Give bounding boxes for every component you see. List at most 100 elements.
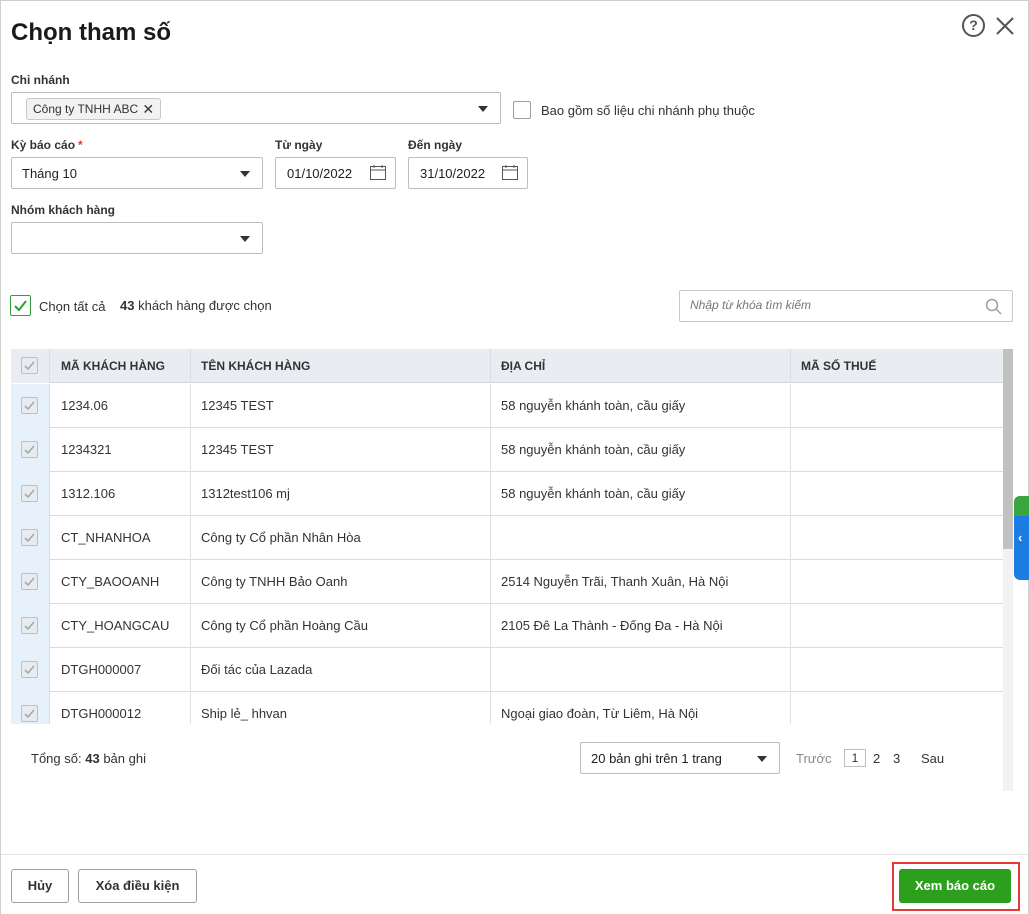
table-cell: 12345 TEST — [191, 384, 491, 428]
column-header[interactable]: MÃ KHÁCH HÀNG — [51, 349, 191, 383]
table-cell — [491, 648, 791, 692]
scrollbar-thumb[interactable] — [1003, 349, 1013, 549]
table-row[interactable]: DTGH000012 Ship lẻ_ hhvan Ngoại giao đoàn,… — [11, 692, 1003, 724]
customer-table: MÃ KHÁCH HÀNG TÊN KHÁCH HÀNG ĐỊA CHỈ MÃ … — [11, 349, 1013, 724]
view-report-button[interactable]: Xem báo cáo — [899, 869, 1011, 903]
column-header[interactable]: TÊN KHÁCH HÀNG — [191, 349, 491, 383]
table-cell: 12345 TEST — [191, 428, 491, 472]
row-checkbox[interactable] — [21, 441, 38, 458]
close-icon[interactable] — [993, 14, 1017, 38]
table-row[interactable]: 1234321 12345 TEST 58 nguyễn khánh toàn, c… — [11, 428, 1003, 472]
chevron-down-icon — [240, 236, 250, 242]
check-icon — [24, 577, 35, 587]
branch-label: Chi nhánh — [11, 73, 70, 87]
table-row[interactable]: 1312.106 1312test106 mj 58 nguyễn khánh to… — [11, 472, 1003, 516]
customer-group-label: Nhóm khách hàng — [11, 203, 116, 217]
column-header[interactable]: MÃ SỐ THUẾ — [791, 349, 1003, 383]
table-row[interactable]: CTY_HOANGCAU Công ty Cổ phần Hoàng Cầu 210… — [11, 604, 1003, 648]
row-checkbox[interactable] — [21, 529, 38, 546]
total-count: 43 — [85, 751, 100, 766]
column-header[interactable]: ĐỊA CHỈ — [491, 349, 791, 383]
chevron-down-icon — [240, 171, 250, 177]
include-dependent-checkbox[interactable] — [513, 101, 531, 119]
row-checkbox-cell — [11, 604, 50, 648]
table-cell — [791, 604, 1003, 648]
next-page-button[interactable]: Sau — [921, 751, 944, 766]
clear-conditions-button[interactable]: Xóa điều kiện — [78, 869, 197, 903]
table-cell: 1312test106 mj — [191, 472, 491, 516]
check-icon — [24, 445, 35, 455]
check-icon — [24, 709, 35, 719]
table-header: MÃ KHÁCH HÀNG TÊN KHÁCH HÀNG ĐỊA CHỈ MÃ … — [11, 349, 1003, 383]
from-date-input[interactable]: 01/10/2022 — [275, 157, 396, 189]
header-checkbox-cell — [11, 349, 50, 383]
header-checkbox[interactable] — [21, 357, 38, 374]
table-cell: 58 nguyễn khánh toàn, cầu giấy — [491, 472, 791, 516]
to-date-input[interactable]: 31/10/2022 — [408, 157, 528, 189]
period-select[interactable]: Tháng 10 — [11, 157, 263, 189]
table-cell: Đối tác của Lazada — [191, 648, 491, 692]
table-cell: 58 nguyễn khánh toàn, cầu giấy — [491, 384, 791, 428]
chevron-down-icon — [478, 106, 488, 112]
branch-chip: Công ty TNHH ABC ✕ — [26, 98, 162, 120]
row-checkbox-cell — [11, 472, 50, 516]
to-date-label: Đến ngày — [408, 138, 463, 152]
page-button-2[interactable]: 2 — [873, 751, 880, 766]
period-value: Tháng 10 — [22, 166, 77, 181]
table-cell: 2514 Nguyễn Trãi, Thanh Xuân, Hà Nội — [491, 560, 791, 604]
table-cell — [791, 384, 1003, 428]
select-all-checkbox[interactable] — [10, 295, 31, 316]
include-dependent-label: Bao gồm số liệu chi nhánh phụ thuộc — [541, 103, 755, 118]
table-cell — [791, 692, 1003, 724]
parameter-dialog: Chọn tham số ? Chi nhánh Công ty TNHH AB… — [0, 0, 1029, 914]
table-row[interactable]: 1234.06 12345 TEST 58 nguyễn khánh toàn, c… — [11, 384, 1003, 428]
table-cell: DTGH000012 — [51, 692, 191, 724]
table-cell: Công ty TNHH Bảo Oanh — [191, 560, 491, 604]
table-cell: DTGH000007 — [51, 648, 191, 692]
check-icon — [24, 533, 35, 543]
prev-page-button[interactable]: Trước — [796, 751, 832, 766]
cancel-button[interactable]: Hủy — [11, 869, 69, 903]
chevron-left-icon: ‹ — [1018, 530, 1023, 545]
table-cell: 1234.06 — [51, 384, 191, 428]
chevron-down-icon — [757, 756, 767, 762]
row-checkbox[interactable] — [21, 661, 38, 678]
page-button-3[interactable]: 3 — [893, 751, 900, 766]
to-date-value: 31/10/2022 — [420, 166, 486, 181]
search-icon[interactable] — [985, 298, 1002, 315]
search-input[interactable] — [690, 298, 970, 312]
row-checkbox[interactable] — [21, 397, 38, 414]
table-cell: Công ty Cổ phần Hoàng Cầu — [191, 604, 491, 648]
row-checkbox-cell — [11, 648, 50, 692]
table-cell — [791, 648, 1003, 692]
table-cell — [791, 472, 1003, 516]
page-button-1[interactable]: 1 — [844, 749, 866, 767]
check-icon — [24, 361, 35, 371]
row-checkbox[interactable] — [21, 617, 38, 634]
chip-remove-icon[interactable]: ✕ — [142, 99, 154, 119]
table-cell: CTY_BAOOANH — [51, 560, 191, 604]
check-icon — [24, 401, 35, 411]
total-records: Tổng số: 43 bản ghi — [31, 751, 146, 766]
table-row[interactable]: CTY_BAOOANH Công ty TNHH Bảo Oanh 2514 Ngu… — [11, 560, 1003, 604]
row-checkbox[interactable] — [21, 485, 38, 502]
calendar-icon[interactable] — [370, 165, 386, 180]
row-checkbox[interactable] — [21, 573, 38, 590]
table-cell: 58 nguyễn khánh toàn, cầu giấy — [491, 428, 791, 472]
row-checkbox[interactable] — [21, 705, 38, 722]
from-date-value: 01/10/2022 — [287, 166, 353, 181]
table-cell — [791, 428, 1003, 472]
customer-group-select[interactable] — [11, 222, 263, 254]
vertical-scrollbar[interactable] — [1003, 349, 1013, 791]
table-cell: 1234321 — [51, 428, 191, 472]
table-cell: 1312.106 — [51, 472, 191, 516]
check-icon — [14, 300, 27, 312]
table-row[interactable]: CT_NHANHOA Công ty Cổ phần Nhân Hòa — [11, 516, 1003, 560]
row-checkbox-cell — [11, 560, 50, 604]
page-size-select[interactable]: 20 bản ghi trên 1 trang — [580, 742, 780, 774]
branch-select[interactable]: Công ty TNHH ABC ✕ — [11, 92, 501, 124]
calendar-icon[interactable] — [502, 165, 518, 180]
help-icon[interactable]: ? — [962, 14, 985, 37]
table-cell: CT_NHANHOA — [51, 516, 191, 560]
table-row[interactable]: DTGH000007 Đối tác của Lazada — [11, 648, 1003, 692]
